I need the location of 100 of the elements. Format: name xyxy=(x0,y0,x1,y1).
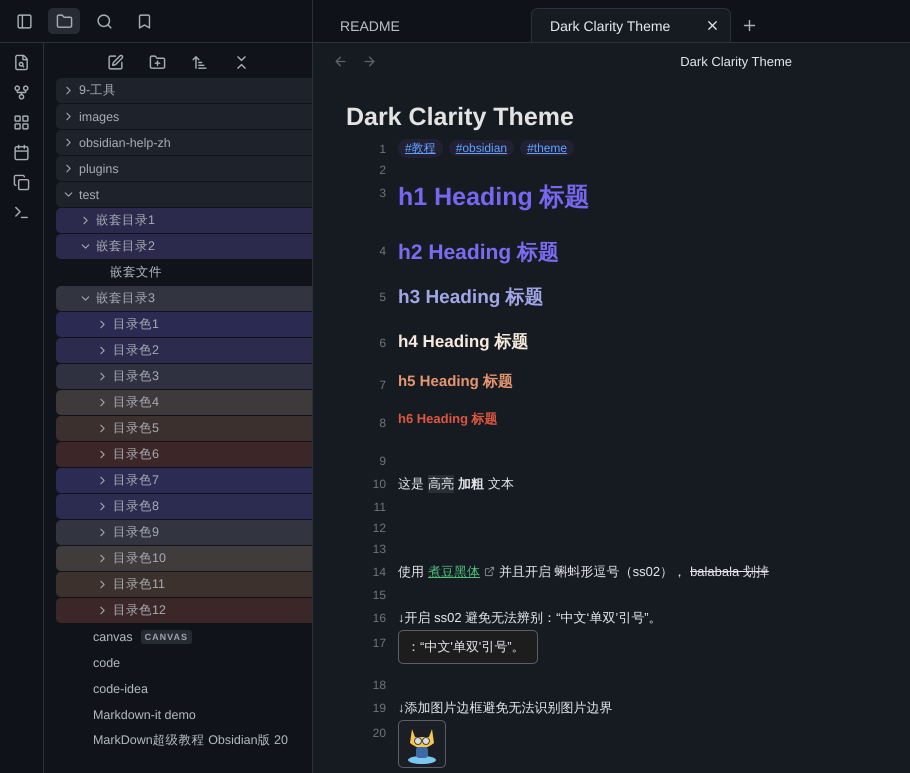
line-number: 20 xyxy=(372,725,387,740)
editor-tab[interactable]: README xyxy=(321,8,531,42)
item-name: 9-工具 xyxy=(79,82,116,99)
terminal-icon[interactable] xyxy=(13,204,30,221)
line-number: 11 xyxy=(372,500,387,514)
item-name: 目录色12 xyxy=(113,602,166,619)
item-name: obsidian-help-zh xyxy=(79,136,171,150)
copy-icon[interactable] xyxy=(13,174,30,191)
line-number: 9 xyxy=(378,454,387,468)
font-link[interactable]: 煮豆黑体 xyxy=(428,562,480,580)
tag-link[interactable]: #obsidian xyxy=(448,140,514,156)
folder-row[interactable]: obsidian-help-zh xyxy=(56,130,312,155)
item-name: 目录色10 xyxy=(113,550,166,567)
heading-text: h6 Heading 标题 xyxy=(398,410,499,428)
tag-link[interactable]: #theme xyxy=(520,140,574,156)
bold-text: 加粗 xyxy=(458,474,484,492)
sidebar-tab[interactable] xyxy=(48,8,80,34)
folder-row[interactable]: 目录色4 xyxy=(56,390,312,415)
note-title: Dark Clarity Theme xyxy=(680,54,792,68)
paragraph-text: 使用 xyxy=(398,562,424,580)
heading-text: h5 Heading 标题 xyxy=(398,372,514,391)
item-name: code-idea xyxy=(93,682,148,696)
sidebar-toggle-icon[interactable] xyxy=(16,12,32,30)
file-row[interactable]: MarkDown超级教程 Obsidian版 20 xyxy=(56,728,312,753)
line-number: 4 xyxy=(378,243,387,258)
line-number: 7 xyxy=(378,377,387,392)
line-number: 6 xyxy=(378,335,387,350)
line-number: 3 xyxy=(378,185,387,200)
folder-row[interactable]: 目录色1 xyxy=(56,312,312,337)
folder-row[interactable]: 嵌套目录2 xyxy=(56,234,312,259)
folder-row[interactable]: plugins xyxy=(56,156,312,181)
heading-text: h4 Heading 标题 xyxy=(398,331,530,353)
sort-icon[interactable] xyxy=(190,54,208,70)
paragraph-text: 文本 xyxy=(488,474,514,492)
item-name: 目录色1 xyxy=(113,316,159,333)
item-name: 嵌套目录3 xyxy=(96,290,155,307)
folder-row[interactable]: 目录色5 xyxy=(56,416,312,441)
folder-icon xyxy=(56,12,72,30)
line-number: 18 xyxy=(372,678,387,692)
paragraph-text: 并且开启 蝌蚪形逗号（ss02）， xyxy=(499,562,686,580)
item-name: 目录色2 xyxy=(113,342,159,359)
item-name: 嵌套目录1 xyxy=(96,212,155,229)
folder-row[interactable]: 目录色11 xyxy=(56,572,312,597)
close-icon[interactable] xyxy=(705,18,720,33)
file-search-icon[interactable] xyxy=(13,54,30,71)
item-name: 目录色3 xyxy=(113,368,159,385)
folder-row[interactable]: 目录色3 xyxy=(56,364,312,389)
item-name: 目录色8 xyxy=(113,498,159,515)
item-name: 目录色11 xyxy=(113,576,165,593)
item-name: test xyxy=(79,188,100,202)
folder-row[interactable]: 目录色12 xyxy=(56,598,312,623)
folder-row[interactable]: 目录色2 xyxy=(56,338,312,363)
item-name: 目录色7 xyxy=(113,472,159,489)
folder-row[interactable]: 目录色6 xyxy=(56,442,312,467)
item-name: 嵌套目录2 xyxy=(96,238,155,255)
new-folder-icon[interactable] xyxy=(148,54,166,70)
line-number: 12 xyxy=(372,520,387,534)
line-number: 2 xyxy=(378,162,387,176)
line-number: 17 xyxy=(372,635,387,650)
folder-row[interactable]: 嵌套目录1 xyxy=(56,208,312,233)
line-number: 15 xyxy=(372,588,387,602)
heading-text: h2 Heading 标题 xyxy=(398,240,560,266)
folder-row[interactable]: 目录色7 xyxy=(56,468,312,493)
calendar-icon[interactable] xyxy=(13,144,30,161)
heading-text: h1 Heading 标题 xyxy=(398,182,591,213)
tag-link[interactable]: #教程 xyxy=(398,139,443,158)
heading-text: h3 Heading 标题 xyxy=(398,286,545,310)
folder-row[interactable]: 嵌套目录3 xyxy=(56,286,312,311)
item-name: 目录色5 xyxy=(113,420,159,437)
forward-arrow-icon[interactable] xyxy=(362,54,377,68)
editor-tab[interactable]: Dark Clarity Theme xyxy=(531,8,731,42)
item-name: 目录色9 xyxy=(113,524,159,541)
file-type-badge: CANVAS xyxy=(140,630,192,644)
file-row[interactable]: Markdown-it demo xyxy=(56,702,312,727)
file-row[interactable]: canvas CANVAS xyxy=(56,624,312,649)
item-name: MarkDown超级教程 Obsidian版 20 xyxy=(93,732,288,749)
grid-icon[interactable] xyxy=(13,114,30,131)
struck-text: balabala 划掉 xyxy=(690,562,769,580)
folder-row[interactable]: 目录色9 xyxy=(56,520,312,545)
file-row[interactable]: code-idea xyxy=(56,676,312,701)
code-block: ：“中文'单双'引号”。 xyxy=(398,630,538,664)
paragraph-text: ↓添加图片边框避免无法识别图片边界 xyxy=(398,698,612,716)
highlighted-text: 高亮 xyxy=(428,474,454,492)
folder-row[interactable]: 目录色10 xyxy=(56,546,312,571)
folder-row[interactable]: test xyxy=(56,182,312,207)
item-name: 目录色4 xyxy=(113,394,159,411)
file-row[interactable]: 嵌套文件 xyxy=(56,260,312,285)
graph-icon[interactable] xyxy=(13,84,30,101)
folder-row[interactable]: images xyxy=(56,104,312,129)
new-note-icon[interactable] xyxy=(106,54,124,70)
folder-row[interactable]: 目录色8 xyxy=(56,494,312,519)
line-number: 19 xyxy=(372,700,387,714)
folder-row[interactable]: 9-工具 xyxy=(56,78,312,103)
item-name: 目录色6 xyxy=(113,446,159,463)
line-number: 8 xyxy=(378,415,387,430)
line-number: 16 xyxy=(372,610,387,624)
line-number: 1 xyxy=(378,142,387,156)
line-number: 10 xyxy=(372,476,387,490)
paragraph-text: ↓开启 ss02 避免无法辨别：“中文‘单双’引号”。 xyxy=(398,608,662,626)
file-row[interactable]: code xyxy=(56,650,312,675)
